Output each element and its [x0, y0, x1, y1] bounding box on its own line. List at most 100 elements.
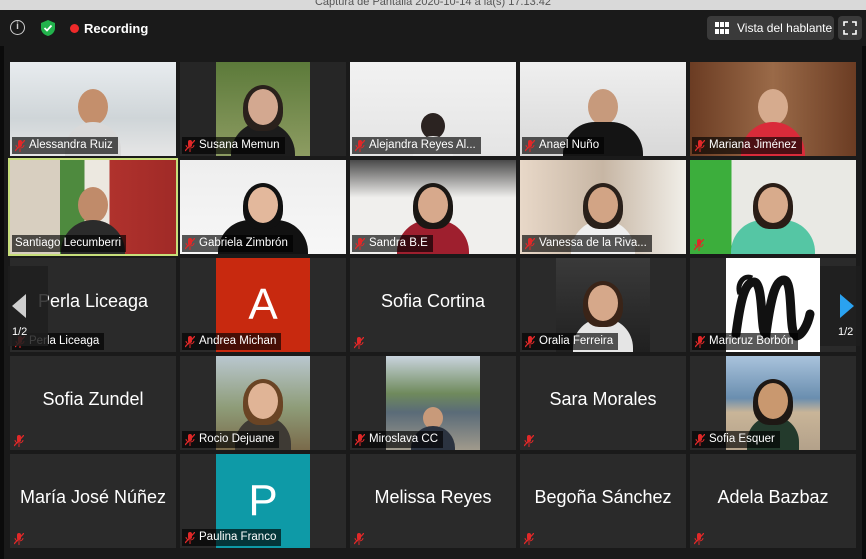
participant-name-tag: Susana Memun: [182, 137, 285, 154]
participant-tile[interactable]: Rocio Dejuane: [180, 356, 346, 450]
person-silhouette: [731, 183, 815, 254]
left-edge: [0, 46, 4, 559]
participant-tile[interactable]: A Andrea Michan: [180, 258, 346, 352]
muted-mic-icon: [185, 433, 195, 446]
muted-mic-icon: [354, 337, 364, 349]
participant-tile[interactable]: Vanessa de la Riva...: [520, 160, 686, 254]
participant-name: Andrea Michan: [199, 335, 277, 347]
muted-mic-icon: [524, 435, 534, 447]
participant-tile[interactable]: Sofia Esquer: [690, 356, 856, 450]
participant-name-tag: Sofia Esquer: [692, 431, 780, 448]
participant-name: Maricruz Borbón: [709, 335, 794, 347]
page-indicator: 1/2: [838, 326, 854, 338]
meeting-toolbar: i Recording Vista del hablante: [0, 10, 866, 46]
fullscreen-button[interactable]: [838, 16, 862, 40]
participant-name-tag: Gabriela Zimbrón: [182, 235, 293, 252]
participant-tile[interactable]: Oralia Ferreira: [520, 258, 686, 352]
muted-mic-icon: [694, 239, 704, 251]
participant-name: Sofia Esquer: [709, 433, 775, 445]
participant-name: Sandra B.E: [369, 237, 428, 249]
muted-mic-icon: [355, 433, 365, 446]
participant-name-tag: Andrea Michan: [182, 333, 282, 350]
participant-display-name: Sofia Cortina: [380, 291, 486, 311]
muted-mic-icon: [525, 237, 535, 250]
participant-name: Gabriela Zimbrón: [199, 237, 288, 249]
grid-icon: [715, 22, 729, 34]
participant-name: Rocio Dejuane: [199, 433, 275, 445]
participant-name-tag: Paulina Franco: [182, 529, 282, 546]
participant-name: Vanessa de la Riva...: [539, 237, 647, 249]
muted-mic-icon: [185, 237, 195, 250]
speaker-view-button[interactable]: Vista del hablante: [707, 16, 834, 40]
muted-mic-icon: [695, 335, 705, 348]
recording-label: Recording: [84, 20, 149, 36]
recording-indicator[interactable]: Recording: [70, 20, 149, 36]
participant-tile[interactable]: [690, 160, 856, 254]
participant-name-tag: Maricruz Borbón: [692, 333, 799, 350]
muted-mic-icon: [524, 533, 534, 545]
participant-tile[interactable]: Alejandra Reyes Al...: [350, 62, 516, 156]
info-icon[interactable]: i: [10, 20, 25, 35]
participant-name-tag: Vanessa de la Riva...: [522, 235, 652, 252]
participant-name: Miroslava CC: [369, 433, 439, 445]
participant-tile[interactable]: Miroslava CC: [350, 356, 516, 450]
participant-name: Santiago Lecumberri: [15, 237, 122, 249]
window-titlebar: Captura de Pantalla 2020-10-14 a la(s) 1…: [0, 0, 866, 10]
participant-name-tag: Alessandra Ruiz: [12, 137, 118, 154]
muted-mic-icon: [355, 139, 365, 152]
participant-name: Oralia Ferreira: [539, 335, 614, 347]
previous-page-button[interactable]: 1/2: [8, 266, 48, 346]
participant-name-tag: Alejandra Reyes Al...: [352, 137, 481, 154]
next-page-button[interactable]: 1/2: [820, 266, 860, 346]
participant-name-tag: Sandra B.E: [352, 235, 433, 252]
participant-name-tag: Anael Nuño: [522, 137, 605, 154]
shield-check-icon[interactable]: [40, 19, 56, 37]
muted-mic-icon: [695, 433, 705, 446]
participant-name: Susana Memun: [199, 139, 280, 151]
participant-tile[interactable]: Melissa Reyes: [350, 454, 516, 548]
chevron-right-icon: [840, 294, 854, 318]
window-title: Captura de Pantalla 2020-10-14 a la(s) 1…: [314, 0, 552, 8]
muted-mic-icon: [14, 533, 24, 545]
participant-tile[interactable]: Adela Bazbaz: [690, 454, 856, 548]
participant-tile[interactable]: Gabriela Zimbrón: [180, 160, 346, 254]
participant-name: Mariana Jiménez: [709, 139, 797, 151]
muted-mic-icon: [185, 139, 195, 152]
fullscreen-icon: [843, 21, 857, 35]
participant-tile[interactable]: Mariana Jiménez: [690, 62, 856, 156]
right-edge: [862, 46, 866, 559]
participant-name: Alejandra Reyes Al...: [369, 139, 476, 151]
participant-name-tag: Rocio Dejuane: [182, 431, 280, 448]
muted-mic-icon: [354, 533, 364, 545]
muted-mic-icon: [14, 435, 24, 447]
participant-display-name: Sofia Zundel: [42, 389, 144, 409]
recording-dot-icon: [70, 23, 79, 33]
participant-tile[interactable]: Sara Morales: [520, 356, 686, 450]
participant-tile[interactable]: Sofia Cortina: [350, 258, 516, 352]
participant-tile[interactable]: P Paulina Franco: [180, 454, 346, 548]
participant-display-name: Adela Bazbaz: [717, 487, 829, 507]
chevron-left-icon: [12, 294, 26, 318]
participant-display-name: Begoña Sánchez: [534, 487, 672, 507]
participant-tile[interactable]: Anael Nuño: [520, 62, 686, 156]
muted-mic-icon: [695, 139, 705, 152]
muted-mic-icon: [15, 139, 25, 152]
participant-name-tag: Oralia Ferreira: [522, 333, 619, 350]
participant-display-name: Melissa Reyes: [374, 487, 492, 507]
participant-tile[interactable]: Susana Memun: [180, 62, 346, 156]
participant-tile[interactable]: Alessandra Ruiz: [10, 62, 176, 156]
participant-name: Alessandra Ruiz: [29, 139, 113, 151]
participant-name: Paulina Franco: [199, 531, 277, 543]
participant-name-tag: Miroslava CC: [352, 431, 444, 448]
muted-mic-icon: [185, 531, 195, 544]
participant-tile[interactable]: María José Núñez: [10, 454, 176, 548]
participant-tile-active-speaker[interactable]: Santiago Lecumberri: [8, 158, 178, 256]
muted-mic-icon: [694, 533, 704, 545]
participant-name: Anael Nuño: [539, 139, 600, 151]
page-indicator: 1/2: [12, 326, 28, 338]
participant-display-name: María José Núñez: [19, 487, 167, 507]
participant-tile[interactable]: Sofia Zundel: [10, 356, 176, 450]
participant-tile[interactable]: Begoña Sánchez: [520, 454, 686, 548]
muted-mic-icon: [525, 335, 535, 348]
participant-tile[interactable]: Sandra B.E: [350, 160, 516, 254]
